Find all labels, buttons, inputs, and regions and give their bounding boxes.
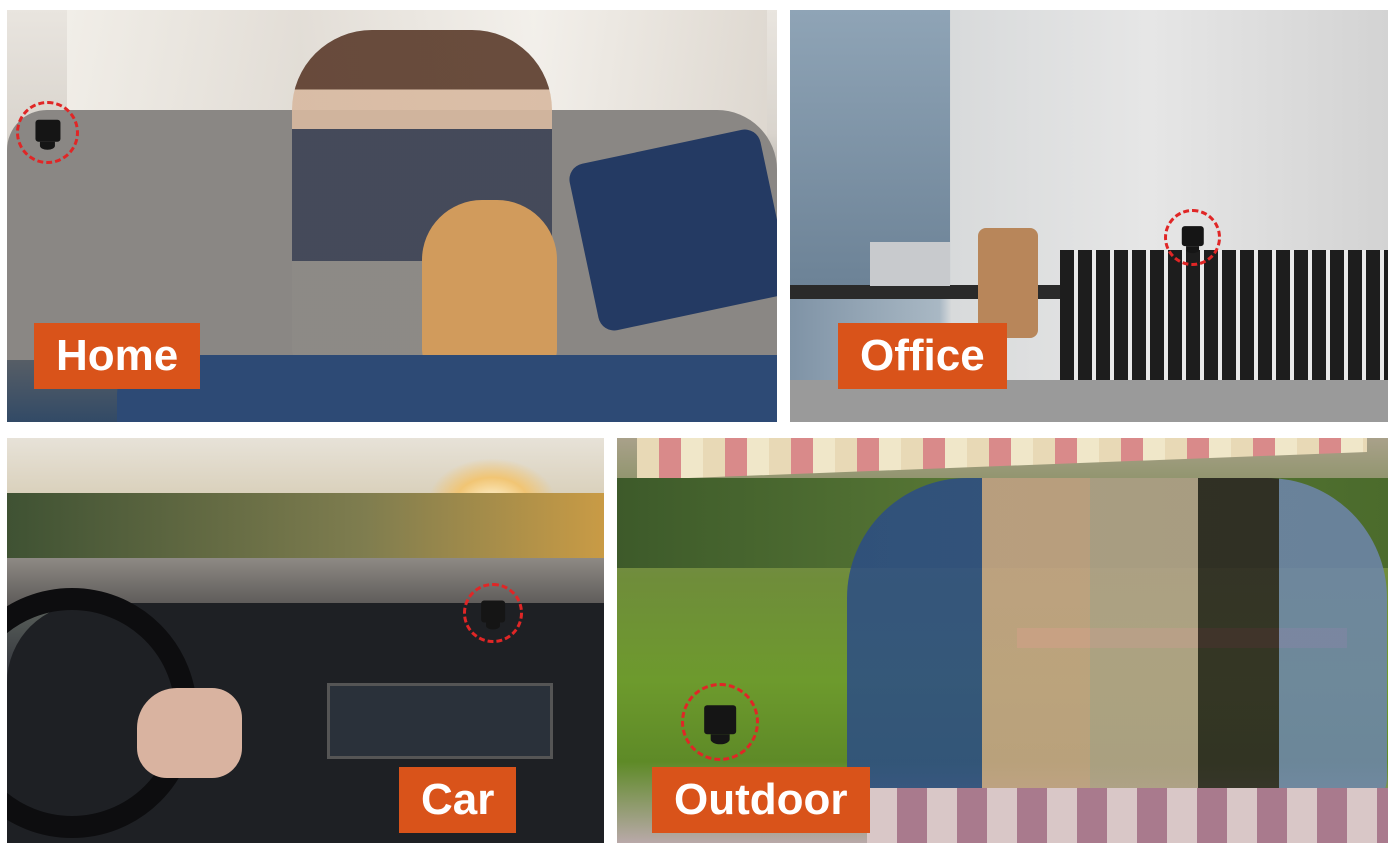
picnic-blanket [867, 788, 1388, 843]
outdoor-scene-photo: Outdoor [617, 438, 1388, 843]
office-scene-photo: Office [790, 10, 1388, 422]
camera-location-marker [16, 101, 79, 164]
laptop [870, 242, 950, 286]
home-scene-photo: Home [7, 10, 777, 422]
scene-label-home: Home [34, 323, 201, 389]
office-chair [978, 228, 1038, 338]
mini-camera-icon [34, 119, 61, 143]
mini-camera-icon [1181, 225, 1204, 247]
scene-label-car: Car [399, 767, 517, 833]
mini-camera-icon [481, 600, 505, 623]
camera-location-marker [1164, 209, 1221, 266]
mini-camera-icon [704, 705, 736, 735]
shelf-binders [1060, 250, 1388, 380]
tree-line [7, 493, 604, 563]
driver-hand [137, 688, 242, 778]
scene-label-office: Office [838, 323, 1007, 389]
camera-location-marker [681, 683, 759, 761]
car-scene-photo: Car [7, 438, 604, 843]
dog [422, 200, 557, 370]
scene-label-outdoor: Outdoor [652, 767, 870, 833]
foreground-blanket [117, 355, 777, 422]
infotainment-screen [327, 683, 553, 759]
camera-location-marker [463, 583, 523, 643]
friends-group [847, 478, 1387, 808]
